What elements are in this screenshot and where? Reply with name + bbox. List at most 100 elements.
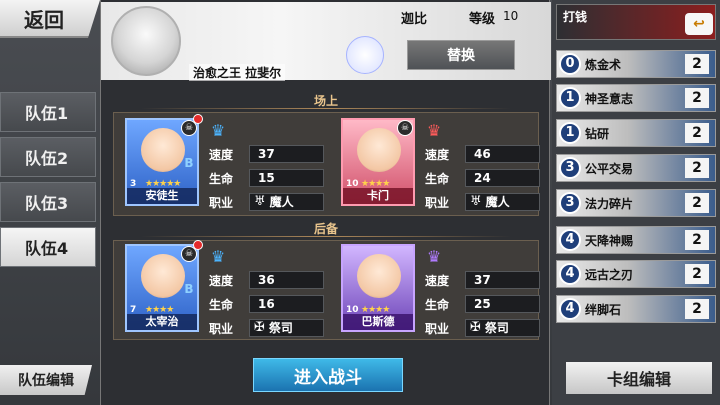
crown-emblem-icon: ♛	[210, 247, 226, 266]
tab-team-4[interactable]: 队伍4	[0, 227, 96, 267]
job-value: ♅ 魔人	[465, 193, 540, 211]
card-cost: 1	[559, 87, 581, 109]
skull-icon: ☠	[397, 120, 413, 136]
replace-button[interactable]: 替换	[407, 40, 515, 70]
card-cost: 3	[559, 192, 581, 214]
rarity-badge: B	[184, 282, 194, 296]
card-name: 法力碎片	[585, 197, 634, 211]
character-portrait[interactable]: 10 ★★★★ 巴斯德	[341, 244, 415, 332]
hp-value: 15	[249, 169, 324, 187]
character-card-3[interactable]: 7 ★★★★ 太宰治 ☠ B ♛ 速度 36 生命 16 职业 ✠ 祭司	[125, 240, 335, 339]
crown-emblem-icon: ♛	[210, 121, 226, 140]
hero-header: 治愈之王 拉斐尔 迦比 等级 10 替换	[101, 2, 551, 81]
deck-panel: 打钱 ↩ 0 炼金术 2 1 神圣意志 2 1 钻研 2 3 公平交易 2 3 …	[552, 0, 720, 405]
hp-stat: 生命 25	[425, 294, 540, 314]
card-cost: 4	[559, 263, 581, 285]
hp-stat: 生命 16	[209, 294, 324, 314]
card-cost: 4	[559, 298, 581, 320]
return-arrow-icon[interactable]: ↩	[685, 13, 713, 35]
job-value: ♅ 魔人	[249, 193, 324, 211]
deck-card-8[interactable]: 4 绊脚石 2	[556, 295, 716, 323]
character-card-2[interactable]: 10 ★★★★ 卡门 ☠ ♛ 速度 46 生命 24 职业 ♅ 魔人	[341, 118, 551, 213]
card-name: 钻研	[585, 127, 610, 141]
tab-team-1[interactable]: 队伍1	[0, 92, 96, 132]
crown-emblem-icon: ♛	[426, 121, 442, 140]
alert-dot-icon	[193, 114, 203, 124]
cross-icon: ✠	[254, 320, 265, 335]
speed-value: 37	[249, 145, 324, 163]
card-count: 2	[685, 193, 709, 213]
hp-stat: 生命 15	[209, 168, 324, 188]
deck-card-2[interactable]: 1 神圣意志 2	[556, 84, 716, 112]
hp-label: 生命	[425, 171, 450, 186]
job-name: 魔人	[485, 195, 510, 209]
speed-stat: 速度 37	[425, 270, 540, 290]
card-count: 2	[685, 88, 709, 108]
deck-header[interactable]: 打钱 ↩	[556, 4, 716, 40]
deck-card-4[interactable]: 3 公平交易 2	[556, 154, 716, 182]
speed-value: 37	[465, 271, 540, 289]
pet-avatar[interactable]	[346, 36, 384, 74]
deck-card-6[interactable]: 4 天降神赐 2	[556, 226, 716, 254]
job-stat: 职业 ♅ 魔人	[425, 192, 540, 212]
job-value: ✠ 祭司	[465, 319, 540, 337]
level-label: 等级	[469, 12, 496, 27]
tab-team-2[interactable]: 队伍2	[0, 137, 96, 177]
hero-avatar[interactable]	[111, 6, 181, 76]
job-label: 职业	[425, 321, 450, 336]
tab-team-3[interactable]: 队伍3	[0, 182, 96, 222]
card-name: 神圣意志	[585, 92, 634, 106]
hero-title: 治愈之王 拉斐尔	[189, 64, 286, 81]
job-name: 魔人	[269, 195, 294, 209]
speed-stat: 速度 36	[209, 270, 324, 290]
character-card-4[interactable]: 10 ★★★★ 巴斯德 ♛ 速度 37 生命 25 职业 ✠ 祭司	[341, 244, 551, 339]
onfield-label: 场上	[313, 94, 338, 108]
character-face	[141, 128, 185, 172]
cross-icon: ✠	[470, 320, 481, 335]
card-name: 炼金术	[585, 58, 622, 72]
back-button[interactable]: 返回	[0, 0, 100, 38]
card-cost: 1	[559, 122, 581, 144]
job-label: 职业	[209, 321, 234, 336]
speed-stat: 速度 46	[425, 144, 540, 164]
hp-value: 16	[249, 295, 324, 313]
job-stat: 职业 ✠ 祭司	[209, 318, 324, 338]
speed-stat: 速度 37	[209, 144, 324, 164]
card-name: 公平交易	[585, 162, 634, 176]
card-count: 2	[685, 123, 709, 143]
enter-battle-button[interactable]: 进入战斗	[253, 358, 403, 392]
job-name: 祭司	[268, 321, 293, 335]
character-face	[141, 254, 185, 298]
deck-card-7[interactable]: 4 远古之刃 2	[556, 260, 716, 288]
card-name: 绊脚石	[585, 303, 622, 317]
level-value: 10	[503, 9, 519, 23]
card-count: 2	[685, 54, 709, 74]
character-face	[357, 128, 401, 172]
character-face	[357, 254, 401, 298]
deck-name: 打钱	[563, 10, 588, 24]
speed-label: 速度	[425, 147, 450, 162]
team-edit-button[interactable]: 队伍编辑	[0, 365, 92, 395]
card-cost: 0	[559, 53, 581, 75]
demon-icon: ♅	[254, 194, 266, 209]
card-count: 2	[685, 158, 709, 178]
character-name: 太宰治	[127, 314, 197, 330]
deck-edit-button[interactable]: 卡组编辑	[566, 362, 712, 394]
speed-value: 46	[465, 145, 540, 163]
job-name: 祭司	[484, 321, 509, 335]
alert-dot-icon	[193, 240, 203, 250]
deck-card-5[interactable]: 3 法力碎片 2	[556, 189, 716, 217]
hp-label: 生命	[209, 297, 234, 312]
speed-label: 速度	[209, 147, 234, 162]
deck-card-3[interactable]: 1 钻研 2	[556, 119, 716, 147]
rarity-badge: B	[184, 156, 194, 170]
hp-stat: 生命 24	[425, 168, 540, 188]
character-card-1[interactable]: 3 ★★★★★ 安徒生 ☠ B ♛ 速度 37 生命 15 职业 ♅ 魔人	[125, 114, 335, 213]
card-count: 2	[685, 230, 709, 250]
speed-label: 速度	[209, 273, 234, 288]
divider	[141, 108, 511, 109]
job-stat: 职业 ✠ 祭司	[425, 318, 540, 338]
deck-card-1[interactable]: 0 炼金术 2	[556, 50, 716, 78]
card-count: 2	[685, 299, 709, 319]
hp-value: 24	[465, 169, 540, 187]
